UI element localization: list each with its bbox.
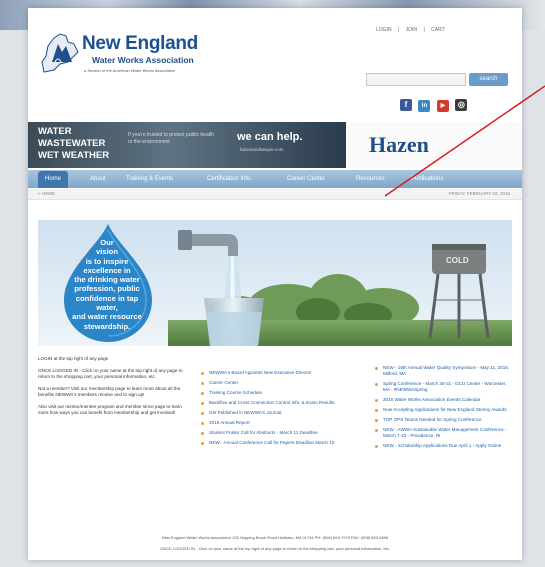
login-link[interactable]: LOGIN — [376, 27, 392, 33]
vision-line: Our — [100, 238, 114, 247]
vision-line: stewardship. — [83, 321, 131, 331]
web-page: New England Water Works Association a Se… — [28, 8, 522, 560]
main-nav: Home About Training & Events Certificati… — [28, 170, 522, 188]
list-item[interactable]: Now Accepting Applications for New Engla… — [374, 407, 512, 413]
vision-line: vision — [96, 247, 118, 257]
instagram-icon[interactable]: ◎ — [455, 99, 468, 111]
list-item[interactable]: Get Published in NEWWA's Journal — [200, 410, 350, 416]
current-date: FRIDAY, FEBRUARY 19, 2016 — [448, 191, 510, 196]
logo-name: New England — [82, 33, 198, 54]
hazen-banner-ad[interactable]: WATER WASTEWATER WET WEATHER If you're t… — [28, 122, 522, 168]
join-link[interactable]: JOIN — [406, 27, 417, 33]
list-item[interactable]: Spring Conference - March 30-31 - DCU Ce… — [374, 381, 512, 393]
cart-link[interactable]: CART — [431, 27, 445, 33]
list-item[interactable]: Backflow and Cross Connection Control In… — [200, 400, 350, 406]
hero-image: COLD Our vision is to inspire excellence… — [38, 220, 512, 346]
vision-line: profession, public — [74, 284, 140, 294]
nav-home[interactable]: Home — [38, 171, 69, 188]
footer-address: New England Water Works Association 125 … — [161, 535, 389, 540]
facebook-icon[interactable]: f — [400, 99, 412, 111]
list-item[interactable]: NEW - AWWA Sustainable Water Management … — [374, 427, 512, 439]
list-item[interactable]: NEW - Annual Conference Call for Papers … — [200, 440, 350, 446]
nav-certification-info[interactable]: Certification Info. — [207, 170, 252, 188]
banner-title-line: WATER — [38, 126, 72, 137]
vision-line: confidence in tap water, — [75, 293, 139, 313]
logged-in-instruction: ONCE LOGGED IN - Click on your name at t… — [38, 368, 183, 379]
login-info-column: LOGIN at the top right of any page ONCE … — [38, 356, 190, 422]
vision-line: is to inspire — [85, 256, 129, 266]
nav-resources[interactable]: Resources — [356, 170, 385, 188]
separator: | — [397, 27, 400, 33]
banner-url: hazenandsawyer.com — [240, 147, 284, 152]
list-item[interactable]: NEWWA's Board Appoints New Executive Dir… — [200, 370, 350, 376]
banner-small-text: If you're trusted to protect public heal… — [128, 132, 215, 145]
tower-label: COLD — [446, 256, 469, 265]
hazen-logo: Hazen — [369, 132, 429, 157]
vision-line: the drinking water — [74, 275, 140, 285]
list-item[interactable]: NEW - Scholarship Applications Due April… — [374, 443, 512, 449]
nav-publications[interactable]: Publications — [411, 170, 443, 188]
list-item[interactable]: NEW - 18th Annual Water Quality Symposiu… — [374, 365, 512, 377]
banner-help-text: we can help. — [237, 131, 303, 143]
login-instruction: LOGIN at the top right of any page — [38, 356, 109, 361]
social-icons: f in ▶ ◎ — [400, 94, 469, 112]
separator: | — [423, 27, 425, 33]
vision-statement: Our vision is to inspire excellence in t… — [64, 238, 150, 331]
membership-text: Not a member? Visit our membership page … — [38, 386, 181, 397]
list-item[interactable]: Career Center — [200, 380, 350, 386]
site-logo[interactable]: New England Water Works Association a Se… — [38, 26, 213, 78]
banner-title-line: WET WEATHER — [38, 150, 110, 161]
search-button[interactable]: search — [469, 73, 508, 86]
nav-about[interactable]: About — [90, 170, 106, 188]
mentor-text: Also visit our mentor/mentee program and… — [38, 404, 182, 415]
nav-career-center[interactable]: Career Center — [287, 170, 325, 188]
list-item[interactable]: Student Poster Call for Abstracts - Marc… — [200, 430, 350, 436]
logo-subtitle: Water Works Association — [92, 55, 194, 65]
events-list: NEW - 18th Annual Water Quality Symposiu… — [374, 365, 512, 453]
banner-dark-panel: WATER WASTEWATER WET WEATHER If you're t… — [28, 122, 346, 168]
list-item[interactable]: 2015 Annual Report — [200, 420, 350, 426]
breadcrumb[interactable]: » HOME — [38, 191, 55, 196]
breadcrumb-bar: » HOME FRIDAY, FEBRUARY 19, 2016 — [28, 189, 522, 200]
new-england-map-icon — [41, 33, 79, 73]
footer-note: ONCE LOGGED IN - Click on your name at t… — [160, 546, 390, 551]
vision-line: and water resource — [72, 312, 142, 322]
youtube-icon[interactable]: ▶ — [436, 100, 449, 112]
vision-line: excellence in — [83, 265, 131, 275]
search-input[interactable] — [366, 73, 466, 86]
banner-brand-panel: Hazen — [346, 122, 522, 168]
banner-title: WATER WASTEWATER WET WEATHER — [38, 126, 109, 162]
list-item[interactable]: 2016 Water Works Association Events Cale… — [374, 397, 512, 403]
logo-tagline: a Section of the American Water Works As… — [84, 68, 176, 73]
banner-title-line: WASTEWATER — [38, 138, 106, 149]
top-links: LOGIN | JOIN | CART — [376, 27, 450, 33]
list-item[interactable]: TOP OPS Teams Needed for Spring Conferen… — [374, 417, 512, 423]
linkedin-icon[interactable]: in — [418, 100, 431, 112]
nav-training-events[interactable]: Training & Events — [126, 170, 173, 188]
news-list: NEWWA's Board Appoints New Executive Dir… — [200, 370, 350, 450]
list-item[interactable]: Training Course Schedule — [200, 390, 350, 396]
